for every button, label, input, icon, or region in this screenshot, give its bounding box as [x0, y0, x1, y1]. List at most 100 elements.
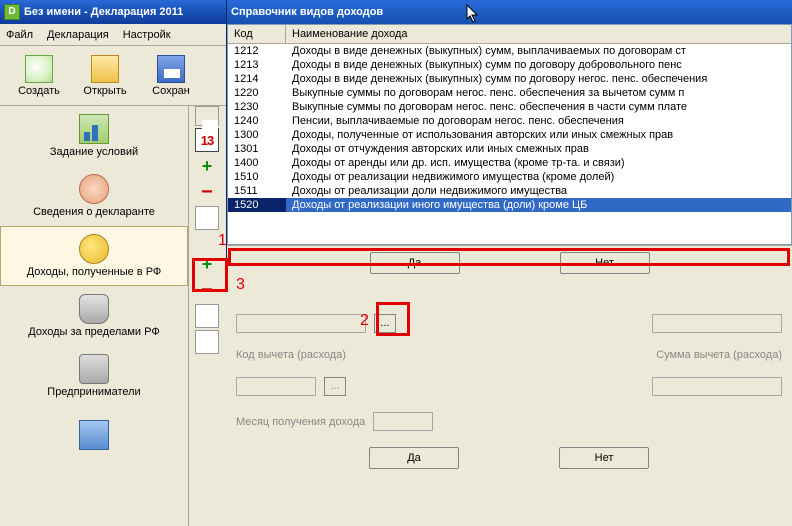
lookup-row[interactable]: 1300Доходы, полученные от использования … — [228, 128, 791, 142]
deduction-inputs-row: ... — [236, 377, 782, 396]
income-code-input[interactable] — [236, 314, 366, 333]
income-code-row: ... — [236, 314, 782, 333]
mini-edit2-icon[interactable] — [195, 304, 219, 328]
form-buttons: Да Нет — [236, 447, 782, 469]
deduction-code-lookup-button[interactable]: ... — [324, 377, 346, 396]
form-no-button[interactable]: Нет — [559, 447, 649, 469]
sidebar-item-income-rf[interactable]: Доходы, полученные в РФ — [0, 226, 188, 286]
mini-save-icon[interactable] — [195, 106, 219, 126]
deduction-code-label: Код вычета (расхода) — [236, 349, 346, 361]
toolbar-open-label: Открыть — [83, 85, 126, 97]
mini-copy-icon[interactable] — [195, 330, 219, 354]
sidebar-item-income-abroad[interactable]: Доходы за пределами РФ — [0, 286, 188, 346]
lookup-cell-code: 1511 — [228, 184, 286, 198]
sidebar-item-label: Сведения о декларанте — [33, 206, 155, 218]
lookup-row[interactable]: 1220Выкупные суммы по договорам негос. п… — [228, 86, 791, 100]
sidebar-item-extra[interactable] — [0, 406, 188, 466]
lookup-row[interactable]: 1212Доходы в виде денежных (выкупных) су… — [228, 44, 791, 58]
lookup-cell-name: Пенсии, выплачиваемые по договорам негос… — [286, 114, 791, 128]
sidebar-item-entrepreneurs[interactable]: Предприниматели — [0, 346, 188, 406]
menu-file[interactable]: Файл — [6, 29, 33, 41]
popup-title: Справочник видов доходов — [231, 6, 383, 18]
form-yes-button[interactable]: Да — [369, 447, 459, 469]
lookup-row[interactable]: 1301Доходы от отчуждения авторских или и… — [228, 142, 791, 156]
lookup-cell-code: 1213 — [228, 58, 286, 72]
menu-declaration[interactable]: Декларация — [47, 29, 109, 41]
lookup-popup: Справочник видов доходов Код Наименовани… — [226, 0, 792, 280]
deduction-sum-label: Сумма вычета (расхода) — [656, 349, 782, 361]
lookup-cell-name: Доходы от реализации иного имущества (до… — [286, 198, 791, 212]
mini-thirteen[interactable]: 13 — [195, 128, 219, 152]
col-code-header[interactable]: Код — [228, 25, 286, 43]
lookup-rows[interactable]: 1212Доходы в виде денежных (выкупных) су… — [228, 44, 791, 244]
month-label: Месяц получения дохода — [236, 416, 365, 428]
mini-edit-icon[interactable] — [195, 206, 219, 230]
new-icon — [25, 55, 53, 83]
col-name-header[interactable]: Наименование дохода — [286, 25, 791, 43]
businessman-icon — [79, 354, 109, 384]
lookup-cell-code: 1400 — [228, 156, 286, 170]
mini-minus-icon[interactable]: − — [195, 180, 219, 204]
month-input[interactable] — [373, 412, 433, 431]
popup-buttons: Да Нет — [227, 245, 792, 280]
lookup-cell-name: Доходы в виде денежных (выкупных) сумм, … — [286, 44, 791, 58]
mini-minus2-icon[interactable]: − — [195, 278, 219, 302]
save-icon — [157, 55, 185, 83]
lookup-row[interactable]: 1230Выкупные суммы по договорам негос. п… — [228, 100, 791, 114]
sidebar-item-declarant[interactable]: Сведения о декларанте — [0, 166, 188, 226]
lookup-cell-name: Доходы от реализации доли недвижимого им… — [286, 184, 791, 198]
lookup-row[interactable]: 1214Доходы в виде денежных (выкупных) су… — [228, 72, 791, 86]
toolbar-create-label: Создать — [18, 85, 60, 97]
blue-icon — [79, 420, 109, 450]
lookup-row[interactable]: 1510Доходы от реализации недвижимого иму… — [228, 170, 791, 184]
month-row: Месяц получения дохода — [236, 412, 782, 431]
income-detail-form: ... Код вычета (расхода) Сумма вычета (р… — [226, 300, 792, 475]
lookup-cell-code: 1301 — [228, 142, 286, 156]
mini-plus2-icon[interactable]: + — [195, 252, 219, 276]
sidebar-item-label: Доходы за пределами РФ — [28, 326, 159, 338]
moneybag-icon — [79, 294, 109, 324]
lookup-cell-code: 1230 — [228, 100, 286, 114]
lookup-cell-name: Доходы в виде денежных (выкупных) сумм п… — [286, 72, 791, 86]
lookup-header: Код Наименование дохода — [228, 25, 791, 44]
sidebar-item-label: Доходы, полученные в РФ — [27, 266, 162, 278]
sidebar-item-conditions[interactable]: Задание условий — [0, 106, 188, 166]
sidebar-item-label: Задание условий — [50, 146, 138, 158]
app-icon: D — [4, 4, 20, 20]
lookup-row[interactable]: 1520Доходы от реализации иного имущества… — [228, 198, 791, 212]
lookup-cell-name: Доходы, полученные от использования авто… — [286, 128, 791, 142]
lookup-cell-name: Доходы от отчуждения авторских или иных … — [286, 142, 791, 156]
popup-no-button[interactable]: Нет — [560, 252, 650, 274]
toolbar-save-label: Сохран — [152, 85, 190, 97]
lookup-cell-name: Доходы от аренды или др. исп. имущества … — [286, 156, 791, 170]
lookup-cell-code: 1220 — [228, 86, 286, 100]
lookup-cell-name: Доходы от реализации недвижимого имущест… — [286, 170, 791, 184]
lookup-row[interactable]: 1400Доходы от аренды или др. исп. имущес… — [228, 156, 791, 170]
income-code-lookup-button[interactable]: ... — [374, 314, 396, 333]
toolbar-save[interactable]: Сохран — [138, 55, 204, 97]
lookup-cell-code: 1240 — [228, 114, 286, 128]
toolbar-open[interactable]: Открыть — [72, 55, 138, 97]
lookup-table: Код Наименование дохода 1212Доходы в вид… — [227, 24, 792, 245]
deduction-sum-input[interactable] — [652, 377, 782, 396]
popup-yes-button[interactable]: Да — [370, 252, 460, 274]
lookup-row[interactable]: 1213Доходы в виде денежных (выкупных) су… — [228, 58, 791, 72]
deduction-code-input[interactable] — [236, 377, 316, 396]
lookup-cell-name: Выкупные суммы по договорам негос. пенс.… — [286, 100, 791, 114]
mini-plus-icon[interactable]: + — [195, 154, 219, 178]
toolbar-create[interactable]: Создать — [6, 55, 72, 97]
sidebar: Задание условий Сведения о декларанте До… — [0, 106, 188, 466]
chart-icon — [79, 114, 109, 144]
lookup-row[interactable]: 1511Доходы от реализации доли недвижимог… — [228, 184, 791, 198]
person-icon — [79, 174, 109, 204]
coins-icon — [79, 234, 109, 264]
deduction-row: Код вычета (расхода) Сумма вычета (расхо… — [236, 349, 782, 361]
main-title: Без имени - Декларация 2011 — [24, 6, 183, 18]
lookup-row[interactable]: 1240Пенсии, выплачиваемые по договорам н… — [228, 114, 791, 128]
lookup-cell-code: 1214 — [228, 72, 286, 86]
income-sum-input[interactable] — [652, 314, 782, 333]
lookup-cell-code: 1520 — [228, 198, 286, 212]
lookup-cell-code: 1510 — [228, 170, 286, 184]
sidebar-item-label: Предприниматели — [47, 386, 140, 398]
menu-settings[interactable]: Настройк — [123, 29, 171, 41]
